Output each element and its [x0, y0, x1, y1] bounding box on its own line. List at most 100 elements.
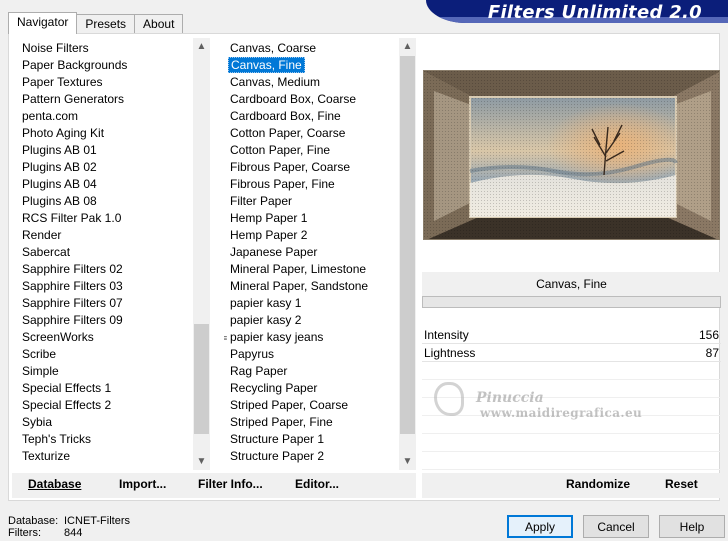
category-item[interactable]: RCS Filter Pak 1.0: [16, 210, 210, 227]
filter-item[interactable]: papier kasy 1: [224, 295, 416, 312]
param-empty-slot: [422, 434, 721, 452]
filter-item-label: Cotton Paper, Fine: [230, 143, 331, 157]
filter-item[interactable]: Hemp Paper 1: [224, 210, 416, 227]
filter-item[interactable]: Cardboard Box, Coarse: [224, 91, 416, 108]
param-intensity[interactable]: Intensity 156: [422, 326, 721, 344]
category-item[interactable]: Simple: [16, 363, 210, 380]
filter-item[interactable]: Canvas, Fine: [224, 57, 416, 74]
tab-presets[interactable]: Presets: [76, 14, 136, 33]
filter-item[interactable]: Cotton Paper, Coarse: [224, 125, 416, 142]
category-scroll-thumb[interactable]: [194, 324, 209, 434]
randomize-button[interactable]: Randomize: [566, 477, 630, 491]
filter-item[interactable]: Striped Paper, Fine: [224, 414, 416, 431]
filter-item[interactable]: Recycling Paper: [224, 380, 416, 397]
category-item[interactable]: Plugins AB 02: [16, 159, 210, 176]
category-item-label: Sabercat: [22, 245, 71, 259]
category-item[interactable]: ScreenWorks: [16, 329, 210, 346]
category-item-label: Sapphire Filters 03: [22, 279, 123, 293]
preview-image[interactable]: [423, 70, 720, 240]
filter-item[interactable]: Cotton Paper, Fine: [224, 142, 416, 159]
filter-item[interactable]: Hemp Paper 2: [224, 227, 416, 244]
filter-item-label: Striped Paper, Fine: [230, 415, 333, 429]
category-item[interactable]: Sapphire Filters 09: [16, 312, 210, 329]
filter-item[interactable]: Structure Paper 2: [224, 448, 416, 465]
app-banner: Filters Unlimited 2.0: [426, 0, 728, 23]
filter-item[interactable]: Japanese Paper: [224, 244, 416, 261]
category-item[interactable]: Paper Backgrounds: [16, 57, 210, 74]
filter-item[interactable]: ≡ papier kasy jeans: [224, 329, 416, 346]
filter-item[interactable]: Structure Paper 1: [224, 431, 416, 448]
filter-item[interactable]: Fibrous Paper, Fine: [224, 176, 416, 193]
filter-info-button[interactable]: Filter Info...: [198, 477, 263, 491]
filter-item-label: papier kasy 2: [230, 313, 302, 327]
tab-navigator[interactable]: Navigator: [8, 12, 78, 34]
category-item[interactable]: Scribe: [16, 346, 210, 363]
category-item[interactable]: Sapphire Filters 02: [16, 261, 210, 278]
category-item-label: Sapphire Filters 09: [22, 313, 123, 327]
help-button[interactable]: Help: [659, 515, 725, 538]
parameter-button-bar: Randomize Reset: [422, 473, 720, 498]
category-item[interactable]: Sapphire Filters 03: [16, 278, 210, 295]
param-intensity-value[interactable]: 156: [699, 326, 719, 343]
filter-scrollbar[interactable]: ▲ ▼: [399, 38, 416, 470]
filter-item[interactable]: Cardboard Box, Fine: [224, 108, 416, 125]
category-item[interactable]: Photo Aging Kit: [16, 125, 210, 142]
database-button[interactable]: Database: [28, 477, 81, 491]
category-item[interactable]: Sapphire Filters 07: [16, 295, 210, 312]
category-item[interactable]: Pattern Generators: [16, 91, 210, 108]
filter-item-label: Mineral Paper, Limestone: [230, 262, 367, 276]
param-lightness-value[interactable]: 87: [706, 344, 719, 361]
filter-item-label: Papyrus: [230, 347, 275, 361]
category-item-label: Teph's Tricks: [22, 432, 91, 446]
category-item[interactable]: Special Effects 1: [16, 380, 210, 397]
cancel-button[interactable]: Cancel: [583, 515, 649, 538]
category-item[interactable]: Plugins AB 04: [16, 176, 210, 193]
filter-item[interactable]: Fibrous Paper, Coarse: [224, 159, 416, 176]
category-item-label: Render: [22, 228, 62, 242]
drag-handle-icon: ≡: [224, 333, 228, 343]
category-item-label: Plugins AB 01: [22, 143, 97, 157]
filter-item[interactable]: Striped Paper, Coarse: [224, 397, 416, 414]
filter-item[interactable]: Mineral Paper, Limestone: [224, 261, 416, 278]
filter-scroll-thumb[interactable]: [400, 56, 415, 434]
category-item[interactable]: Render: [16, 227, 210, 244]
category-item[interactable]: Noise Filters: [16, 40, 210, 57]
category-item-label: ScreenWorks: [22, 330, 94, 344]
import-button[interactable]: Import...: [119, 477, 166, 491]
category-item[interactable]: Sabercat: [16, 244, 210, 261]
category-item[interactable]: Sybia: [16, 414, 210, 431]
category-item[interactable]: Paper Textures: [16, 74, 210, 91]
category-item[interactable]: penta.com: [16, 108, 210, 125]
scroll-up-arrow-icon[interactable]: ▲: [399, 38, 416, 55]
filter-item-label: Cardboard Box, Fine: [230, 109, 341, 123]
filters-count-label: Filters:: [8, 527, 41, 539]
filter-item[interactable]: papier kasy 2: [224, 312, 416, 329]
filter-item[interactable]: Canvas, Coarse: [224, 40, 416, 57]
filter-item[interactable]: Rag Paper: [224, 363, 416, 380]
category-item[interactable]: Special Effects 2: [16, 397, 210, 414]
category-item-label: Paper Backgrounds: [22, 58, 128, 72]
scroll-up-arrow-icon[interactable]: ▲: [193, 38, 210, 55]
filter-item[interactable]: Canvas, Medium: [224, 74, 416, 91]
filter-item[interactable]: Papyrus: [224, 346, 416, 363]
category-list[interactable]: Noise Filters Paper Backgrounds Paper Text…: [16, 38, 210, 470]
database-value: ICNET-Filters: [64, 515, 130, 527]
reset-button[interactable]: Reset: [665, 477, 698, 491]
filter-item[interactable]: Mineral Paper, Sandstone: [224, 278, 416, 295]
apply-button[interactable]: Apply: [507, 515, 573, 538]
scroll-down-arrow-icon[interactable]: ▼: [399, 453, 416, 470]
filter-list[interactable]: Canvas, Coarse Canvas, Fine Canvas, Medium…: [224, 38, 416, 470]
scroll-down-arrow-icon[interactable]: ▼: [193, 453, 210, 470]
filter-item[interactable]: Filter Paper: [224, 193, 416, 210]
category-item[interactable]: Plugins AB 01: [16, 142, 210, 159]
filter-item-label: Canvas, Fine: [228, 57, 305, 73]
editor-button[interactable]: Editor...: [295, 477, 339, 491]
tab-about[interactable]: About: [134, 14, 184, 33]
filter-item-label: papier kasy jeans: [230, 330, 324, 344]
category-scrollbar[interactable]: ▲ ▼: [193, 38, 210, 470]
category-item[interactable]: Texturize: [16, 448, 210, 465]
category-item[interactable]: Teph's Tricks: [16, 431, 210, 448]
watermark-url: www.maidiregrafica.eu: [480, 406, 643, 420]
category-item[interactable]: Plugins AB 08: [16, 193, 210, 210]
param-lightness[interactable]: Lightness 87: [422, 344, 721, 362]
